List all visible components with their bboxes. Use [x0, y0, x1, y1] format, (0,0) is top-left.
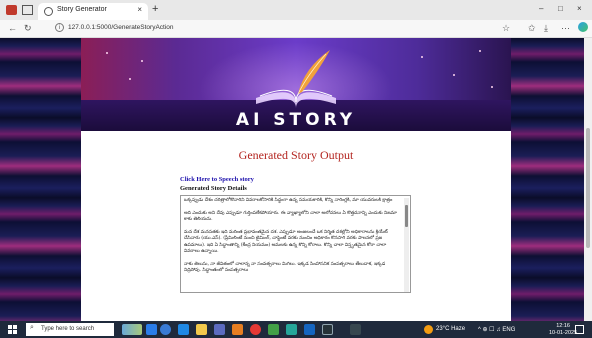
background-pattern-left — [0, 38, 81, 321]
story-text[interactable]: ఒక్కప్పుడు దేశం చరిత్రాలోకొచారిని వివరాల… — [184, 198, 402, 275]
app-icon[interactable] — [232, 324, 243, 335]
tab-actions-icon[interactable] — [22, 5, 33, 15]
textarea-scroll-thumb[interactable] — [405, 205, 408, 227]
sparkle — [421, 56, 423, 58]
browser-tab-bar: Story Generator × + – □ × — [0, 0, 592, 20]
sparkle — [453, 74, 455, 76]
page-scroll-thumb[interactable] — [586, 128, 590, 248]
back-arrow-icon[interactable]: ← — [8, 23, 17, 33]
file-explorer-icon[interactable] — [196, 324, 207, 335]
windows-start-icon[interactable] — [8, 325, 17, 334]
main-content: AI STORY Generated Story Output Click He… — [81, 38, 511, 321]
sparkle — [491, 86, 493, 88]
sparkle — [479, 50, 481, 52]
clock-time: 12:16 — [556, 323, 570, 329]
clock[interactable]: 12:16 10-01-2025 — [549, 323, 577, 337]
page-title: Generated Story Output — [238, 148, 354, 162]
tab-title: Story Generator — [57, 6, 107, 13]
favorite-star-icon[interactable]: ☆ — [502, 23, 510, 34]
background-pattern-right — [511, 38, 592, 321]
clock-date: 10-01-2025 — [549, 330, 578, 336]
weather-icon[interactable] — [424, 325, 433, 334]
sparkle — [141, 60, 143, 62]
profile-icon[interactable] — [6, 5, 17, 15]
system-tray-icons[interactable]: ^ ⊕ ☐ ♫ ENG — [478, 326, 515, 333]
chrome-icon[interactable] — [250, 324, 261, 335]
address-bar-row: ← ↻ i 127.0.0.1:5000/GenerateStoryAction… — [0, 20, 592, 38]
close-window-button[interactable]: × — [577, 4, 582, 13]
info-icon[interactable]: i — [55, 23, 64, 32]
widget-thumbnail-icon[interactable] — [122, 324, 142, 335]
speech-story-link[interactable]: Click Here to Speech story — [180, 176, 254, 183]
banner-image: AI STORY — [81, 38, 511, 131]
maximize-button[interactable]: □ — [558, 4, 563, 13]
sparkle — [106, 52, 108, 54]
favorites-icon[interactable]: ✩ — [528, 23, 536, 34]
sparkle — [129, 78, 131, 80]
globe-icon — [44, 7, 53, 16]
tab-story-generator[interactable]: Story Generator × — [38, 3, 148, 20]
minimize-button[interactable]: – — [539, 4, 543, 13]
taskbar: ⌕ Type here to search 23°C Haze ^ ⊕ ☐ ♫ … — [0, 321, 592, 338]
url-text[interactable]: 127.0.0.1:5000/GenerateStoryAction — [68, 24, 174, 31]
terminal-icon[interactable] — [322, 324, 333, 335]
app-icon[interactable] — [268, 324, 279, 335]
taskbar-search-input[interactable]: ⌕ Type here to search — [26, 323, 114, 336]
banner-title: AI STORY — [235, 110, 357, 130]
vscode-icon[interactable] — [304, 324, 315, 335]
notification-icon[interactable] — [575, 325, 584, 334]
story-details-label: Generated Story Details — [180, 185, 247, 192]
new-tab-button[interactable]: + — [152, 3, 158, 15]
app-icon[interactable] — [286, 324, 297, 335]
url-field[interactable]: i 127.0.0.1:5000/GenerateStoryAction — [52, 22, 522, 35]
story-textarea[interactable]: ఒక్కప్పుడు దేశం చరిత్రాలోకొచారిని వివరాల… — [180, 195, 411, 293]
refresh-icon[interactable]: ↻ — [24, 23, 32, 34]
task-view-icon[interactable] — [146, 324, 157, 335]
search-icon: ⌕ — [30, 324, 34, 331]
more-options-icon[interactable]: ⋯ — [561, 23, 570, 34]
edge-browser-icon[interactable] — [160, 324, 171, 335]
app-icon[interactable] — [350, 324, 361, 335]
downloads-icon[interactable]: ⤓ — [544, 23, 548, 34]
weather-text[interactable]: 23°C Haze — [436, 326, 465, 332]
browser-app-icon[interactable] — [178, 324, 189, 335]
store-icon[interactable] — [214, 324, 225, 335]
search-placeholder[interactable]: Type here to search — [41, 326, 94, 332]
copilot-icon[interactable] — [578, 22, 588, 32]
page-viewport: AI STORY Generated Story Output Click He… — [0, 38, 592, 321]
close-tab-button[interactable]: × — [137, 5, 142, 14]
book-quill-icon — [256, 50, 336, 108]
